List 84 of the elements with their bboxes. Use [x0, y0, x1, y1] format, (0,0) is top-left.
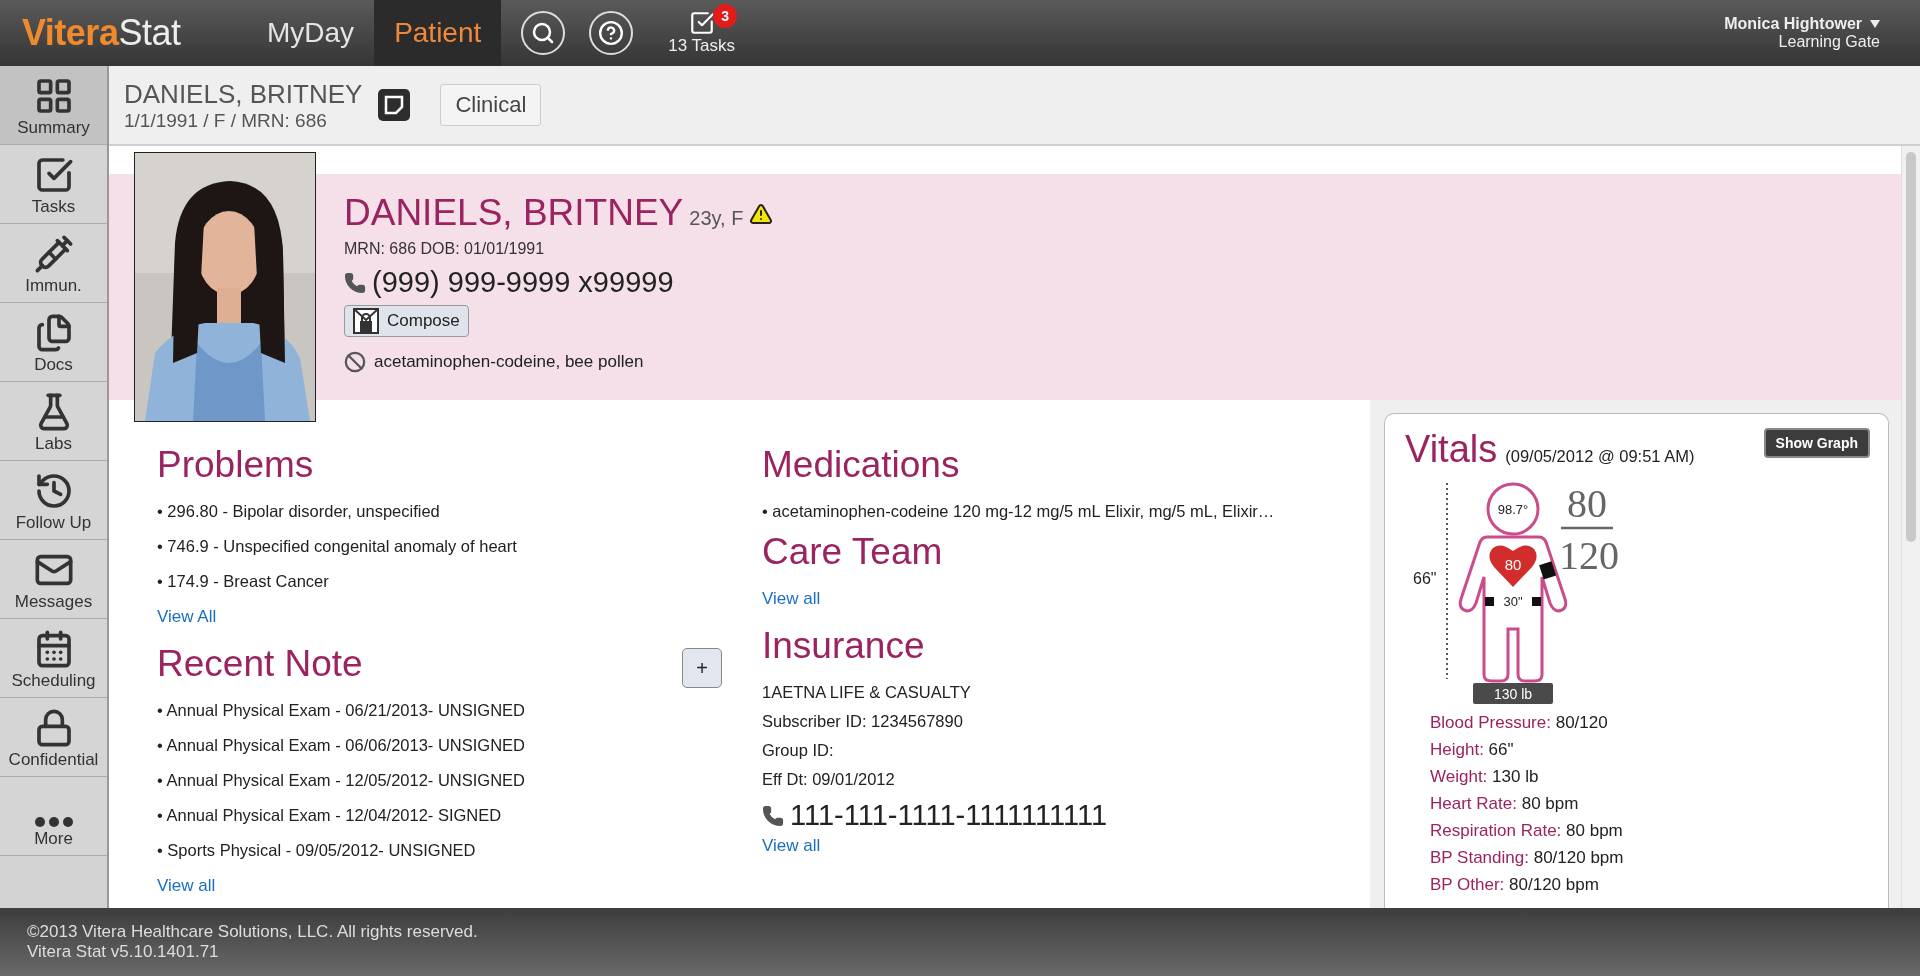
note-item[interactable]: • Annual Physical Exam - 06/06/2013- UNSIGNED	[157, 736, 762, 755]
problem-item: • 174.9 - Breast Cancer	[157, 572, 330, 591]
allergy-icon	[344, 351, 366, 373]
tasks-label[interactable]: 13 Tasks	[668, 36, 736, 56]
vitals-title: Vitals	[1405, 428, 1498, 471]
problem-item: • 746.9 - Unspecified congenital anomaly of heart	[157, 537, 518, 556]
heart-rate-reading: 80	[1504, 556, 1522, 573]
section-title: Insurance	[762, 625, 926, 667]
nav-tab[interactable]: MyDay	[247, 0, 375, 66]
vitals-date: (09/05/2012 @ 09:51 AM)	[1505, 447, 1695, 467]
section-title: Recent Note	[157, 643, 363, 685]
vital-label: Height:	[1430, 740, 1484, 759]
copyright-text: ©2013 Vitera Healthcare Solutions, LLC. All rights reserved.	[27, 922, 479, 942]
phone-icon	[344, 271, 366, 294]
systolic-reading: 80	[1567, 481, 1607, 526]
user-name[interactable]: Monica Hightower	[1724, 15, 1862, 33]
scroll-thumb[interactable]	[1906, 152, 1916, 542]
search-button[interactable]	[521, 11, 566, 55]
view-all-link[interactable]: View All	[157, 607, 217, 627]
height-reading: 66"	[1413, 570, 1437, 587]
vital-value: 80 bpm	[1566, 821, 1623, 840]
allergies: acetaminophen-codeine, bee pollen	[374, 352, 644, 372]
medication-item: • acetaminophen-codeine 120 mg-12 mg/5 mL Elixir, mg/5 mL, Elixir…	[762, 502, 1276, 521]
vital-label: Weight:	[1430, 767, 1488, 786]
vital-value: 80 bpm	[1521, 794, 1579, 813]
task-count-badge: 3	[713, 4, 738, 28]
syringe-icon	[33, 234, 74, 274]
note-item[interactable]: • Annual Physical Exam - 12/05/2012- UNSIGNED	[157, 771, 762, 790]
mail-lock-icon	[353, 308, 379, 334]
problem-item: • 296.80 - Bipolar disorder, unspecified	[157, 502, 441, 521]
more-icon	[34, 817, 73, 827]
patient-phone: (999) 999-9999 x99999	[372, 266, 674, 299]
vital-label: BP Other:	[1430, 875, 1505, 894]
fraction-line	[1561, 526, 1613, 530]
vital-value: 66"	[1488, 740, 1514, 759]
vital-value: 80/120	[1555, 713, 1608, 732]
compose-button[interactable]: Compose	[344, 305, 469, 337]
section-title: Care Team	[762, 531, 944, 573]
insurance-line: Group ID:	[762, 741, 835, 760]
view-all-link[interactable]: View all	[762, 836, 821, 856]
show-graph-button[interactable]: Show Graph	[1763, 428, 1870, 458]
insurance-line: 1AETNA LIFE & CASUALTY	[762, 683, 972, 702]
temperature-reading: 98.7°	[1497, 502, 1529, 517]
section-title: Medications	[762, 444, 961, 486]
patient-ids: MRN: 686 DOB: 01/01/1991	[344, 240, 546, 258]
phone-icon	[762, 804, 784, 827]
vital-label: Respiration Rate:	[1430, 821, 1562, 840]
patient-details: 1/1/1991 / F / MRN: 686	[124, 109, 328, 132]
patient-name: DANIELS, BRITNEY	[124, 78, 363, 110]
insurance-line: Subscriber ID: 1234567890	[762, 712, 964, 731]
version-text: Vitera Stat v5.10.1401.71	[27, 942, 220, 962]
view-all-link[interactable]: View all	[762, 589, 821, 609]
note-icon[interactable]	[378, 89, 411, 121]
user-location: Learning Gate	[1778, 33, 1880, 51]
view-all-link[interactable]: View all	[157, 876, 216, 896]
clinical-button[interactable]: Clinical	[440, 84, 542, 126]
vital-label: Blood Pressure:	[1430, 713, 1551, 732]
add-note-button[interactable]: +	[682, 648, 722, 688]
waist-reading: 30"	[1503, 594, 1523, 609]
section-title: Problems	[157, 444, 315, 486]
scrollbar[interactable]	[1901, 146, 1920, 908]
caret-icon[interactable]	[1870, 20, 1880, 28]
app-logo: ViteraStat	[21, 12, 182, 54]
weight-label: 130 lb	[1473, 683, 1553, 704]
tasks-icon[interactable]	[688, 10, 715, 36]
vital-label: BP Standing:	[1430, 848, 1529, 867]
vital-value: 80/120 bpm	[1509, 875, 1599, 894]
nav-tab[interactable]: Patient	[374, 0, 502, 66]
search-icon	[531, 21, 556, 45]
help-button[interactable]	[589, 11, 634, 55]
vital-value: 80/120 bpm	[1533, 848, 1624, 867]
diastolic-reading: 120	[1559, 533, 1619, 578]
banner-patient-name: DANIELS, BRITNEY	[344, 192, 684, 234]
vital-value: 130 lb	[1492, 767, 1539, 786]
insurance-phone: 111-111-1111-1111111111	[790, 799, 1108, 832]
note-item[interactable]: • Annual Physical Exam - 12/04/2012- SIGNED	[157, 806, 762, 825]
insurance-line: Eff Dt: 09/01/2012	[762, 770, 896, 789]
vital-label: Heart Rate:	[1430, 794, 1517, 813]
warning-icon	[749, 202, 774, 226]
sidebar-item[interactable]: Summary	[0, 66, 107, 145]
note-item[interactable]: • Sports Physical - 09/05/2012- UNSIGNED	[157, 841, 762, 860]
help-icon	[598, 20, 625, 46]
age-sex: 23y, F	[689, 207, 744, 231]
note-item[interactable]: • Annual Physical Exam - 06/21/2013- UNSIGNED	[157, 701, 762, 720]
